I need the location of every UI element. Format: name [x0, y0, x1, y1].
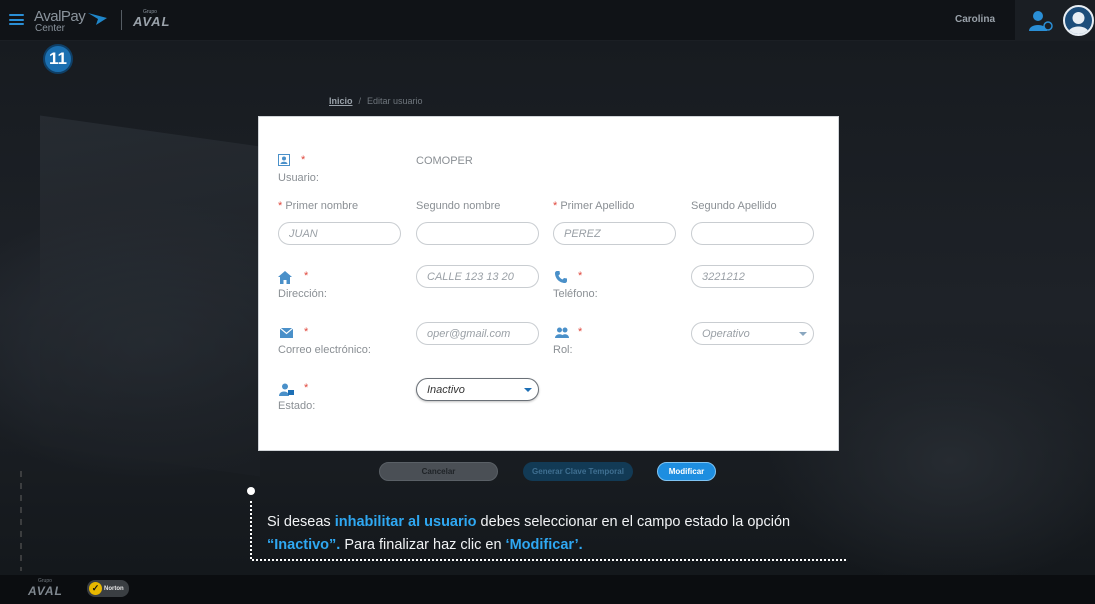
segundo-apellido-label: Segundo Apellido	[691, 200, 777, 212]
phone-icon	[555, 271, 567, 283]
header-divider	[121, 10, 122, 30]
users-icon	[555, 327, 569, 338]
footer-grupo-aval-logo: Grupo AVAL	[28, 578, 78, 598]
estado-select-value: Inactivo	[427, 384, 465, 396]
cancel-button[interactable]: Cancelar	[379, 462, 498, 481]
callout-dot	[247, 487, 255, 495]
breadcrumb: Inicio / Editar usuario	[329, 96, 423, 106]
estado-select[interactable]: Inactivo	[416, 378, 539, 401]
primer-nombre-label: * Primer nombre	[278, 200, 359, 212]
footer-aval-label: AVAL	[28, 584, 63, 598]
telefono-label: Teléfono:	[553, 288, 598, 300]
callout-line	[250, 501, 252, 560]
required-mark: *	[301, 154, 306, 166]
breadcrumb-separator: /	[358, 96, 362, 106]
correo-input[interactable]: oper@gmail.com	[416, 322, 539, 345]
envelope-icon	[280, 328, 293, 338]
instruction-text: Si deseas inhabilitar al usuario debes s…	[267, 514, 791, 553]
required-mark: *	[304, 326, 309, 338]
generate-temp-key-button[interactable]: Generar Clave Temporal	[523, 462, 633, 481]
direccion-input[interactable]: CALLE 123 13 20	[416, 265, 539, 288]
background-decoration	[20, 471, 22, 571]
required-mark: *	[304, 382, 309, 394]
norton-label: Norton	[104, 585, 124, 592]
chevron-down-icon	[524, 388, 532, 392]
modify-button[interactable]: Modificar	[657, 462, 716, 481]
correo-label: Correo electrónico:	[278, 344, 371, 356]
required-mark: *	[578, 326, 583, 338]
norton-badge[interactable]: ✓ Norton	[87, 580, 129, 597]
chevron-down-icon	[799, 332, 807, 336]
brand-arrow-icon	[88, 13, 107, 25]
required-mark: *	[578, 270, 583, 282]
usuario-value: COMOPER	[416, 155, 473, 167]
rol-select[interactable]: Operativo	[691, 322, 814, 345]
primer-nombre-input[interactable]: JUAN	[278, 222, 401, 245]
grupo-aval-logo: Grupo AVAL	[133, 9, 183, 29]
user-lock-icon	[279, 383, 294, 396]
direccion-label: Dirección:	[278, 288, 327, 300]
rol-label: Rol:	[553, 344, 573, 356]
rol-select-value: Operativo	[702, 328, 750, 340]
avatar[interactable]	[1063, 5, 1094, 36]
primer-apellido-label: * Primer Apellido	[553, 200, 635, 212]
breadcrumb-current: Editar usuario	[367, 96, 423, 106]
aval-label: AVAL	[133, 14, 171, 29]
primer-apellido-input[interactable]: PEREZ	[553, 222, 676, 245]
breadcrumb-home[interactable]: Inicio	[329, 96, 353, 106]
segundo-nombre-input[interactable]	[416, 222, 539, 245]
segundo-nombre-label: Segundo nombre	[416, 200, 501, 212]
checkmark-icon: ✓	[89, 582, 102, 595]
step-badge: 11	[43, 44, 73, 74]
hamburger-menu-icon[interactable]	[9, 14, 24, 25]
id-card-icon	[278, 154, 290, 166]
required-mark: *	[304, 270, 309, 282]
avalpay-center-logo[interactable]: AvalPay Center	[34, 8, 110, 34]
user-settings-icon[interactable]	[1028, 10, 1054, 32]
usuario-label: Usuario:	[278, 172, 319, 184]
estado-label: Estado:	[278, 400, 316, 412]
user-name[interactable]: Carolina	[955, 14, 995, 25]
segundo-apellido-input[interactable]	[691, 222, 814, 245]
edit-user-form: * Usuario: COMOPER * Primer nombre JUAN …	[258, 116, 839, 451]
footer: Grupo AVAL	[0, 575, 1095, 604]
background-laptop	[40, 115, 260, 477]
callout-underline	[252, 559, 848, 561]
top-header: AvalPay Center Grupo AVAL Carolina	[0, 0, 1095, 41]
brand-bottom: Center	[35, 23, 66, 34]
telefono-input[interactable]: 3221212	[691, 265, 814, 288]
home-icon	[278, 271, 292, 284]
